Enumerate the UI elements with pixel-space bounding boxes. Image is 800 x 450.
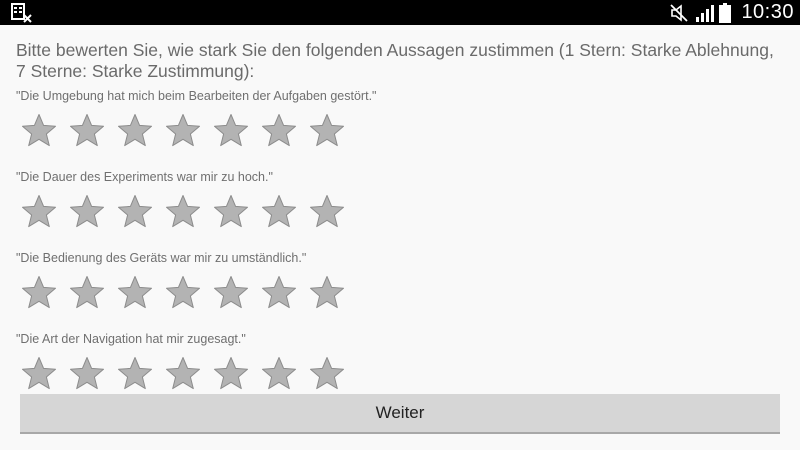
star-icon[interactable] [260,112,298,150]
signal-icon [696,4,715,22]
star-icon[interactable] [212,274,250,312]
star-icon[interactable] [68,112,106,150]
question-list: "Die Umgebung hat mich beim Bearbeiten d… [16,88,786,393]
mute-icon [670,3,689,22]
question-statement: "Die Dauer des Experiments war mir zu ho… [16,170,273,184]
star-icon[interactable] [164,355,202,393]
star-icon[interactable] [212,355,250,393]
star-icon[interactable] [116,112,154,150]
star-icon[interactable] [68,193,106,231]
star-icon[interactable] [164,193,202,231]
survey-instructions: Bitte bewerten Sie, wie stark Sie den fo… [16,40,774,81]
question-item: "Die Bedienung des Geräts war mir zu ums… [16,250,786,312]
star-icon[interactable] [68,274,106,312]
star-icon[interactable] [20,112,58,150]
star-icon[interactable] [164,112,202,150]
question-item: "Die Art der Navigation hat mir zugesagt… [16,331,786,393]
clock: 10:30 [741,1,794,23]
star-icon[interactable] [260,193,298,231]
star-icon[interactable] [20,355,58,393]
battery-icon [719,2,732,23]
survey-content: Bitte bewerten Sie, wie stark Sie den fo… [16,40,786,393]
star-icon[interactable] [68,355,106,393]
star-rating [20,112,786,150]
star-icon[interactable] [116,193,154,231]
star-icon[interactable] [20,193,58,231]
star-rating [20,355,786,393]
star-icon[interactable] [20,274,58,312]
status-bar: 10:30 [0,0,800,25]
star-icon[interactable] [116,274,154,312]
star-rating [20,193,786,231]
star-icon[interactable] [260,274,298,312]
question-item: "Die Dauer des Experiments war mir zu ho… [16,169,786,231]
star-icon[interactable] [308,193,346,231]
question-statement: "Die Bedienung des Geräts war mir zu ums… [16,251,307,265]
next-button[interactable]: Weiter [20,394,780,434]
question-statement: "Die Art der Navigation hat mir zugesagt… [16,332,246,346]
star-icon[interactable] [164,274,202,312]
question-item: "Die Umgebung hat mich beim Bearbeiten d… [16,88,786,150]
star-icon[interactable] [260,355,298,393]
star-icon[interactable] [308,274,346,312]
star-icon[interactable] [212,112,250,150]
star-icon[interactable] [116,355,154,393]
question-statement: "Die Umgebung hat mich beim Bearbeiten d… [16,89,377,103]
notification-app-icon [11,3,32,23]
star-icon[interactable] [308,355,346,393]
star-icon[interactable] [212,193,250,231]
star-rating [20,274,786,312]
star-icon[interactable] [308,112,346,150]
